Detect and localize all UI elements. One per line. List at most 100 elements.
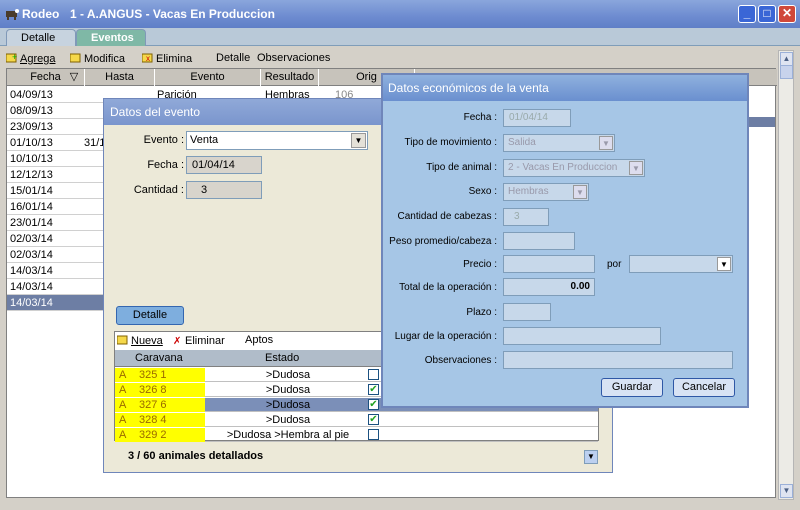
delete-icon: x: [141, 52, 154, 63]
evento-select[interactable]: Venta ▼: [186, 131, 368, 150]
date-row[interactable]: 02/03/14: [7, 247, 105, 263]
date-row[interactable]: 14/03/14: [7, 279, 105, 295]
precio-label: Precio :: [463, 259, 497, 270]
tipo-mov-label: Tipo de movimiento :: [404, 137, 497, 148]
scroll-up-icon[interactable]: ▲: [780, 52, 793, 66]
agrega-button[interactable]: + Agrega: [5, 52, 55, 65]
venta-fecha-field[interactable]: 01/04/14: [503, 109, 571, 127]
caravana-cell: A 327 6: [115, 398, 205, 412]
prefix-text: A: [119, 384, 127, 396]
lugar-field[interactable]: [503, 327, 661, 345]
close-button[interactable]: ✕: [778, 5, 796, 23]
aptos-button[interactable]: Aptos: [245, 334, 273, 346]
peso-label: Peso promedio/cabeza :: [389, 236, 497, 247]
title-bar: Rodeo 1 - A.ANGUS - Vacas En Produccion …: [0, 0, 800, 28]
caravana-text: 327 6: [139, 399, 167, 411]
date-row[interactable]: 16/01/14: [7, 199, 105, 215]
selected-row-highlight: [747, 117, 775, 127]
select-checkbox[interactable]: ✔: [368, 399, 379, 410]
tab-detalle[interactable]: Detalle: [6, 29, 76, 46]
svg-text:x: x: [146, 54, 150, 63]
cabezas-field[interactable]: 3: [503, 208, 549, 226]
tipo-animal-label: Tipo de animal :: [426, 162, 497, 173]
main-toolbar: + Agrega Modifica x Elimina Detalle Observ…: [4, 50, 776, 68]
cantidad-field[interactable]: 3: [186, 181, 262, 199]
scroll-thumb[interactable]: [780, 65, 793, 79]
main-scrollbar[interactable]: ▲ ▼: [778, 50, 794, 500]
tipo-animal-select[interactable]: 2 - Vacas En Produccion ▼: [503, 159, 645, 177]
cancelar-button[interactable]: Cancelar: [673, 378, 735, 397]
lugar-label: Lugar de la operación :: [394, 331, 497, 342]
animal-row[interactable]: A 328 4 >Dudosa ✔: [115, 413, 598, 427]
prefix-text: A: [119, 399, 127, 411]
eliminar-button[interactable]: ✗ Eliminar: [171, 334, 225, 347]
sexo-select[interactable]: Hembras ▼: [503, 183, 589, 201]
window-title: 1 - A.ANGUS - Vacas En Produccion: [70, 7, 275, 21]
tipo-mov-select[interactable]: Salida ▼: [503, 134, 615, 152]
observaciones-field[interactable]: [503, 351, 733, 369]
plazo-field[interactable]: [503, 303, 551, 321]
caravana-text: 325 1: [139, 369, 167, 381]
precio-field[interactable]: [503, 255, 595, 273]
venta-dialog: Datos económicos de la venta Fecha : 01/…: [381, 73, 749, 408]
chevron-down-icon[interactable]: ▼: [629, 161, 643, 175]
date-row[interactable]: 12/12/13: [7, 167, 105, 183]
date-row[interactable]: 04/09/13: [7, 87, 105, 103]
por-label: por: [607, 259, 622, 270]
elimina-button[interactable]: x Elimina: [141, 52, 192, 65]
select-checkbox[interactable]: [368, 429, 379, 440]
col-resultado[interactable]: Resultado: [261, 69, 319, 86]
date-row[interactable]: 23/09/13: [7, 119, 105, 135]
date-row[interactable]: 14/03/14: [7, 295, 105, 311]
date-row[interactable]: 02/03/14: [7, 231, 105, 247]
add-icon: +: [5, 52, 18, 63]
detalle-dialog-button[interactable]: Detalle: [116, 306, 184, 325]
col-hasta[interactable]: Hasta: [85, 69, 155, 86]
chevron-down-icon[interactable]: ▼: [351, 133, 366, 148]
por-select[interactable]: ▼: [629, 255, 733, 273]
detalle-button[interactable]: Detalle: [216, 52, 250, 64]
select-checkbox[interactable]: ✔: [368, 414, 379, 425]
estado-cell: >Dudosa: [265, 399, 311, 411]
delete-icon: ✗: [171, 334, 183, 347]
peso-field[interactable]: [503, 232, 575, 250]
animals-status: 3 / 60 animales detallados: [114, 446, 599, 466]
fecha-label: Fecha :: [147, 159, 184, 171]
observaciones-button[interactable]: Observaciones: [257, 52, 330, 64]
date-row[interactable]: 10/10/13: [7, 151, 105, 167]
prefix-text: A: [119, 414, 127, 426]
select-checkbox[interactable]: [368, 369, 379, 380]
modifica-button[interactable]: Modifica: [69, 52, 125, 65]
date-row[interactable]: 14/03/14: [7, 263, 105, 279]
caravana-text: 326 8: [139, 384, 167, 396]
scroll-down-icon[interactable]: ▼: [780, 484, 793, 498]
svg-text:+: +: [12, 52, 17, 62]
nueva-button[interactable]: Nueva: [116, 334, 163, 347]
scroll-down-icon[interactable]: ▼: [584, 450, 598, 464]
tab-eventos[interactable]: Eventos: [76, 29, 146, 46]
estado-cell: >Dudosa >Hembra al pie: [226, 429, 350, 441]
maximize-button[interactable]: □: [758, 5, 776, 23]
date-row[interactable]: 23/01/14: [7, 215, 105, 231]
total-field: 0.00: [503, 278, 595, 296]
fecha-field[interactable]: 01/04/14: [186, 156, 262, 174]
minimize-button[interactable]: _: [738, 5, 756, 23]
guardar-button[interactable]: Guardar: [601, 378, 663, 397]
date-row[interactable]: 15/01/14: [7, 183, 105, 199]
chevron-down-icon[interactable]: ▼: [573, 185, 587, 199]
chevron-down-icon[interactable]: ▼: [717, 257, 731, 271]
date-column: 04/09/13 08/09/13 23/09/13 01/10/13 10/10/13…: [7, 87, 105, 311]
select-checkbox[interactable]: ✔: [368, 384, 379, 395]
cantidad-label: Cantidad :: [133, 184, 184, 196]
chevron-down-icon[interactable]: ▼: [599, 136, 613, 150]
estado-cell: >Dudosa: [265, 384, 311, 396]
caravana-cell: A 329 2: [115, 428, 205, 442]
cabezas-label: Cantidad de cabezas :: [397, 211, 497, 222]
fecha-label: Fecha :: [463, 112, 497, 123]
animal-row[interactable]: A 329 2 >Dudosa >Hembra al pie: [115, 428, 598, 442]
col-evento[interactable]: Evento: [155, 69, 261, 86]
date-row[interactable]: 08/09/13: [7, 103, 105, 119]
sort-icon: ▽: [69, 71, 79, 83]
caravana-text: 329 2: [139, 429, 167, 441]
tab-strip: Detalle Eventos: [0, 28, 800, 46]
